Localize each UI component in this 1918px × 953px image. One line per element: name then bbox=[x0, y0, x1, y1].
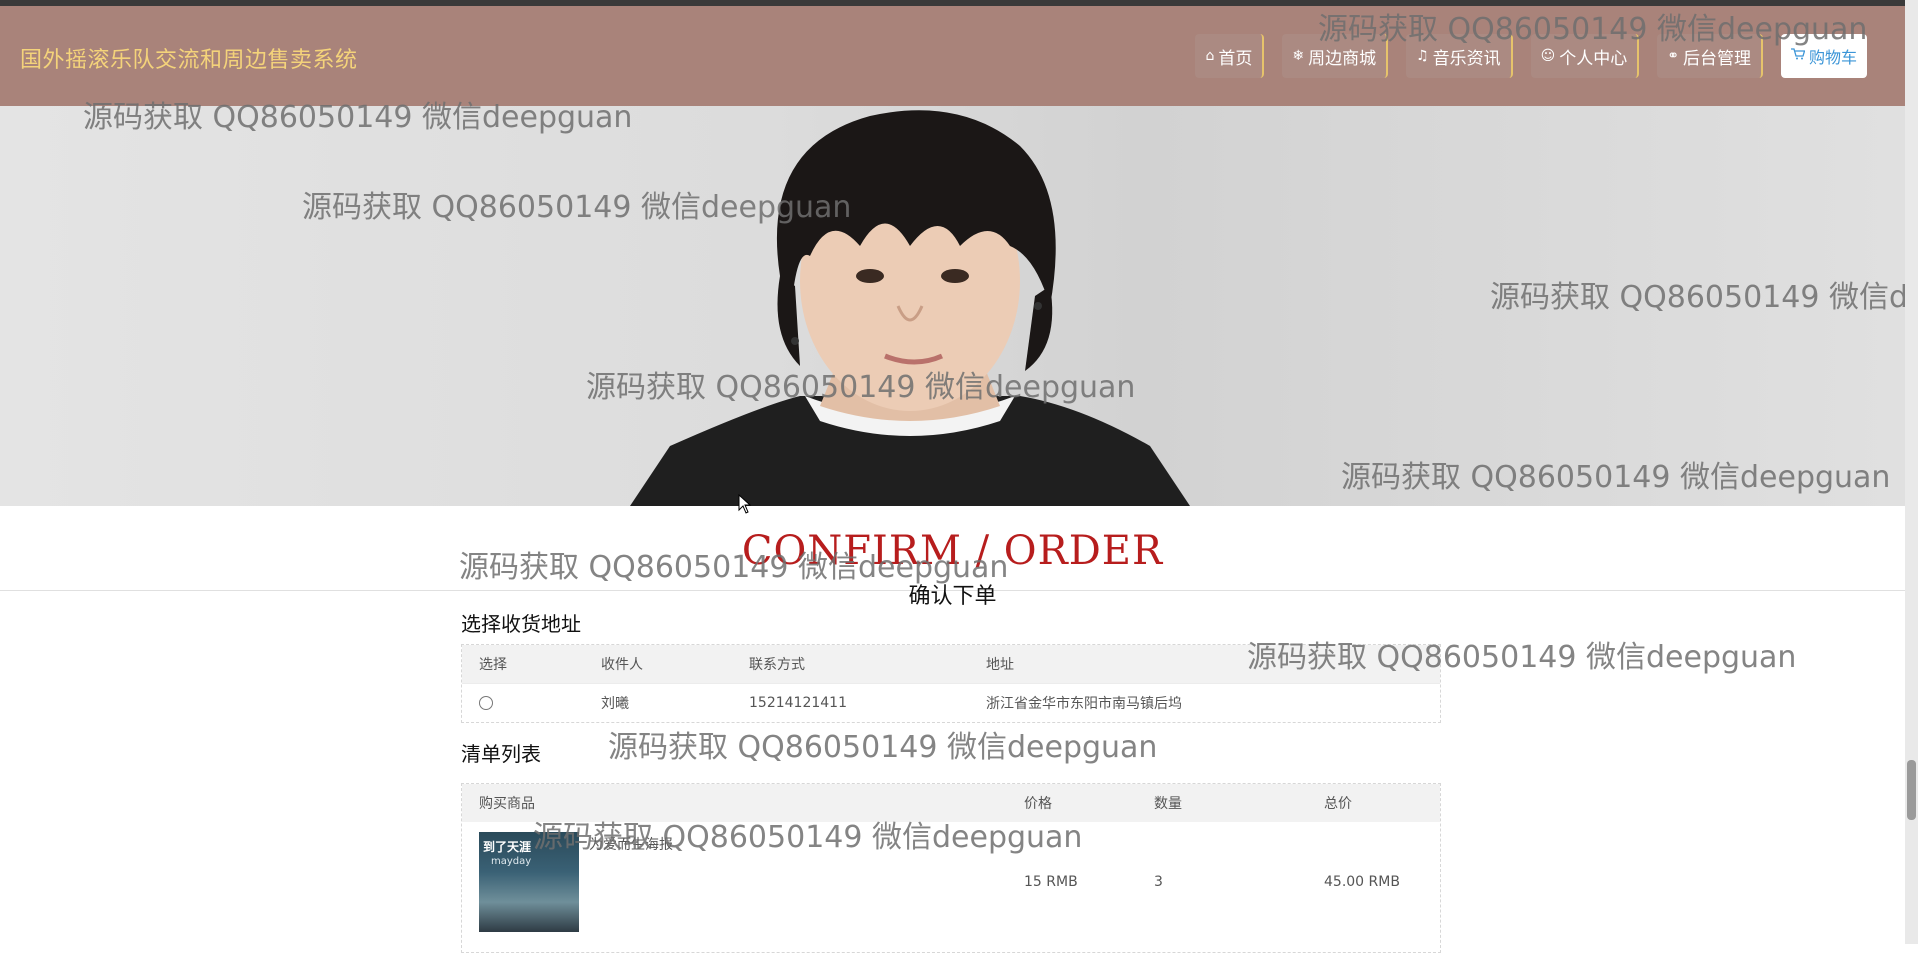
confirm-order-subtitle: 确认下单 bbox=[908, 584, 997, 609]
product-thumbnail[interactable]: 到了天涯 mayday bbox=[479, 832, 579, 932]
user-icon: ☺ bbox=[1540, 48, 1556, 64]
nav-home[interactable]: ⌂ 首页 bbox=[1195, 34, 1265, 78]
cart-table: 购买商品 价格 数量 总价 到了天涯 mayday 为爱而生海报 15 RMB … bbox=[461, 783, 1441, 953]
nav-cart-label: 购物车 bbox=[1808, 48, 1857, 67]
address-table-header: 选择 收件人 联系方式 地址 bbox=[462, 645, 1440, 683]
thumbnail-title: 到了天涯 bbox=[483, 840, 532, 854]
address-row[interactable]: 刘曦 15214121411 浙江省金华市东阳市南马镇后坞 bbox=[462, 683, 1440, 722]
cart-table-header: 购买商品 价格 数量 总价 bbox=[462, 784, 1440, 822]
nav-cart[interactable]: 购物车 bbox=[1780, 34, 1867, 78]
vertical-scrollbar[interactable] bbox=[1905, 0, 1918, 944]
mouse-cursor-icon bbox=[738, 494, 752, 514]
link-icon: ⚭ bbox=[1667, 48, 1679, 64]
navbar: 国外摇滚乐队交流和周边售卖系统 ⌂ 首页 ❄ 周边商城 ♫ 音乐资讯 ☺ 个人中… bbox=[0, 6, 1905, 106]
site-title[interactable]: 国外摇滚乐队交流和周边售卖系统 bbox=[20, 42, 358, 74]
nav-menu: ⌂ 首页 ❄ 周边商城 ♫ 音乐资讯 ☺ 个人中心 ⚭ 后台管理 购物车 bbox=[1195, 34, 1867, 78]
address-table: 选择 收件人 联系方式 地址 刘曦 15214121411 浙江省金华市东阳市南… bbox=[461, 644, 1441, 723]
nav-profile-label: 个人中心 bbox=[1559, 48, 1628, 69]
header-product: 购买商品 bbox=[479, 796, 535, 812]
header-select: 选择 bbox=[479, 657, 507, 673]
nav-admin-label: 后台管理 bbox=[1682, 48, 1751, 69]
cart-section-label: 清单列表 bbox=[461, 742, 541, 766]
thumbnail-subtitle: mayday bbox=[491, 856, 532, 867]
home-icon: ⌂ bbox=[1205, 48, 1215, 64]
nav-profile[interactable]: ☺ 个人中心 bbox=[1530, 34, 1640, 78]
nav-shop[interactable]: ❄ 周边商城 bbox=[1282, 34, 1389, 78]
product-name[interactable]: 为爱而生海报 bbox=[589, 834, 673, 854]
recipient-name: 刘曦 bbox=[601, 696, 629, 712]
header-quantity: 数量 bbox=[1154, 796, 1182, 812]
nav-music-news-label: 音乐资讯 bbox=[1432, 48, 1501, 69]
address-radio[interactable] bbox=[479, 696, 493, 710]
nav-shop-label: 周边商城 bbox=[1308, 48, 1377, 69]
product-total: 45.00 RMB bbox=[1324, 874, 1400, 890]
recipient-address: 浙江省金华市东阳市南马镇后坞 bbox=[986, 696, 1182, 712]
header-price: 价格 bbox=[1024, 796, 1052, 812]
product-quantity: 3 bbox=[1154, 874, 1163, 890]
confirm-order-title: CONFIRM / ORDER bbox=[741, 528, 1164, 574]
header-recipient: 收件人 bbox=[601, 657, 643, 673]
hero-banner bbox=[0, 106, 1905, 506]
header-address: 地址 bbox=[986, 657, 1014, 673]
recipient-phone: 15214121411 bbox=[749, 695, 847, 711]
nav-admin[interactable]: ⚭ 后台管理 bbox=[1657, 34, 1763, 78]
address-section-label: 选择收货地址 bbox=[461, 612, 581, 636]
nav-home-label: 首页 bbox=[1218, 48, 1253, 69]
music-icon: ♫ bbox=[1416, 48, 1429, 64]
banner-person-image bbox=[630, 110, 1190, 506]
header-contact: 联系方式 bbox=[749, 657, 805, 673]
cart-icon bbox=[1790, 48, 1806, 64]
watermark: 源码获取 QQ86050149 微信deepguan bbox=[608, 730, 1158, 765]
cart-item-row: 到了天涯 mayday 为爱而生海报 15 RMB 3 45.00 RMB bbox=[462, 822, 1440, 940]
product-price: 15 RMB bbox=[1024, 874, 1078, 890]
header-total: 总价 bbox=[1324, 796, 1352, 812]
snowflake-icon: ❄ bbox=[1292, 48, 1305, 64]
nav-music-news[interactable]: ♫ 音乐资讯 bbox=[1406, 34, 1513, 78]
scrollbar-thumb[interactable] bbox=[1907, 760, 1916, 820]
